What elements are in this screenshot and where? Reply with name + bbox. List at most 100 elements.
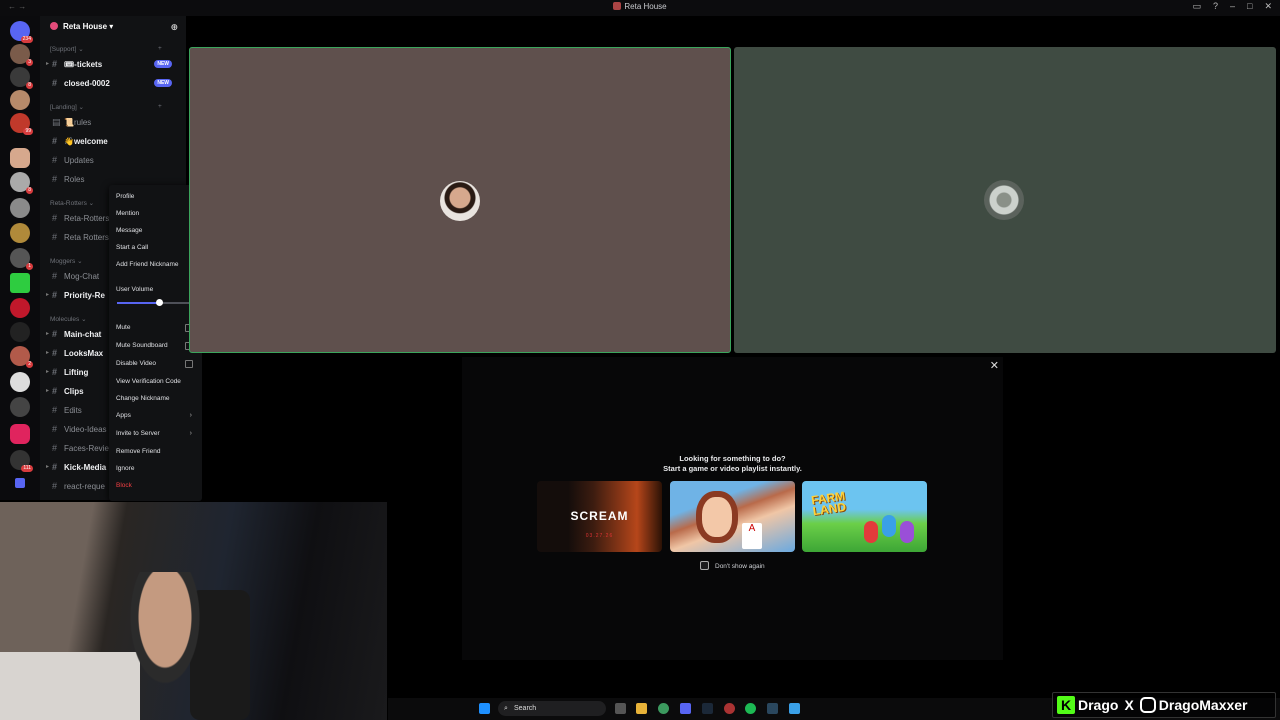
inbox-icon[interactable]: ▭ <box>1192 1 1201 12</box>
spotify-icon[interactable] <box>745 703 756 714</box>
help-icon[interactable]: ? <box>1213 1 1218 12</box>
menu-apps-label: Apps <box>116 412 131 419</box>
windows-start-icon[interactable] <box>479 703 490 714</box>
menu-add-friend-nickname[interactable]: Add Friend Nickname <box>116 258 198 272</box>
close-window-icon[interactable]: ✕ <box>1264 1 1272 12</box>
discord-icon[interactable] <box>680 703 691 714</box>
channel-welcome[interactable]: # 👋welcome <box>46 133 182 149</box>
server-icon-8[interactable]: 1 <box>10 248 33 270</box>
obs-icon[interactable] <box>724 703 735 714</box>
collapse-arrow-icon: ▸ <box>46 388 50 394</box>
server-icon-15[interactable] <box>10 424 30 444</box>
server-icon-16[interactable]: 111 <box>10 450 33 472</box>
category-label: [Landing] <box>50 104 77 111</box>
menu-mention[interactable]: Mention <box>116 207 198 221</box>
server-icon-3[interactable] <box>10 90 30 110</box>
activity-card-farm-land[interactable]: FARM LAND <box>802 481 927 552</box>
server-icon-4[interactable]: 99 <box>10 113 33 135</box>
server-icon-1[interactable]: 3 <box>10 44 33 66</box>
dont-show-checkbox[interactable] <box>700 561 709 570</box>
activity-card-cards-game[interactable]: A <box>670 481 795 552</box>
menu-apps[interactable]: Apps › <box>116 409 198 423</box>
title-bar: ← → Reta House ▭ ? – □ ✕ <box>0 0 1280 16</box>
task-view-icon[interactable] <box>615 703 626 714</box>
menu-start-call[interactable]: Start a Call <box>116 241 198 255</box>
menu-profile[interactable]: Profile <box>116 190 198 204</box>
activity-card-scream[interactable]: SCREAM 03.27.26 <box>537 481 662 552</box>
category-landing[interactable]: [Landing] ⌄ + <box>50 103 162 111</box>
dont-show-again[interactable]: Don't show again <box>700 561 765 570</box>
voice-tile-speaking[interactable] <box>189 47 731 353</box>
category-reta-rotters[interactable]: Reta-Rotters ⌄ <box>50 199 94 207</box>
menu-ignore[interactable]: Ignore <box>116 462 198 476</box>
hash-icon: # <box>52 386 58 396</box>
menu-disable-video[interactable]: Disable Video <box>116 357 198 371</box>
category-label: Reta-Rotters <box>50 200 87 207</box>
server-icon-9[interactable] <box>10 273 30 293</box>
menu-message[interactable]: Message <box>116 224 198 238</box>
server-icon-6[interactable] <box>10 198 30 218</box>
voice-tile[interactable] <box>734 47 1276 353</box>
chevron-right-icon: › <box>189 412 192 419</box>
server-icon-7[interactable] <box>10 223 30 243</box>
file-explorer-icon[interactable] <box>636 703 647 714</box>
hash-icon: # <box>52 78 58 88</box>
add-server-icon[interactable] <box>15 478 25 488</box>
channel-label: 📜rules <box>64 118 92 127</box>
category-label: [Support] <box>50 46 77 53</box>
hash-icon: # <box>52 213 58 223</box>
new-badge: NEW <box>154 60 172 68</box>
close-icon[interactable]: ✕ <box>990 359 999 372</box>
character-illustration <box>882 515 896 537</box>
server-icon-2[interactable]: 8 <box>10 67 33 89</box>
category-support[interactable]: [Support] ⌄ + <box>50 45 162 53</box>
hash-icon: # <box>52 174 58 184</box>
channel-rules[interactable]: ▤ 📜rules <box>46 114 182 130</box>
minimize-icon[interactable]: – <box>1230 1 1235 12</box>
add-channel-icon[interactable]: + <box>158 45 162 52</box>
menu-remove-friend[interactable]: Remove Friend <box>116 445 198 459</box>
hash-icon: # <box>52 424 58 434</box>
app-icon[interactable] <box>789 703 800 714</box>
server-icon-10[interactable] <box>10 298 30 318</box>
taskbar-search[interactable]: ⌕ Search <box>498 701 606 716</box>
channel-label: Faces-Review <box>64 444 115 453</box>
menu-mute[interactable]: Mute <box>116 321 198 335</box>
category-moggers[interactable]: Moggers ⌄ <box>50 257 83 265</box>
menu-invite-to-server[interactable]: Invite to Server › <box>116 427 198 441</box>
server-icon-5[interactable]: 8 <box>10 172 33 194</box>
discord-home-icon[interactable]: 234 <box>10 21 33 43</box>
server-icon-13[interactable] <box>10 372 30 392</box>
menu-view-verification-code[interactable]: View Verification Code <box>116 375 198 389</box>
app-icon[interactable] <box>767 703 778 714</box>
channel-label: 🎟-tickets <box>64 60 103 69</box>
steam-icon[interactable] <box>702 703 713 714</box>
search-icon: ⌕ <box>504 705 508 712</box>
character-illustration <box>696 491 738 543</box>
invite-people-icon[interactable]: ⊕ <box>170 22 178 33</box>
server-icon-14[interactable] <box>10 397 30 417</box>
channel-tickets[interactable]: ▸ # 🎟-tickets NEW <box>46 56 182 72</box>
channel-label: 👋welcome <box>64 137 108 146</box>
disable-video-checkbox[interactable] <box>185 360 193 368</box>
x-logo-icon: X <box>1124 697 1134 713</box>
server-icon-reta-house[interactable] <box>10 148 30 168</box>
collapse-arrow-icon: ▸ <box>46 61 50 67</box>
server-icon-12[interactable]: 2 <box>10 346 33 368</box>
channel-updates[interactable]: # Updates <box>46 152 182 168</box>
add-channel-icon[interactable]: + <box>158 103 162 110</box>
maximize-icon[interactable]: □ <box>1247 1 1252 12</box>
chevron-right-icon: › <box>189 430 192 437</box>
server-header[interactable]: Reta House ▾ ⊕ <box>50 22 178 38</box>
category-molecules[interactable]: Molecules ⌄ <box>50 315 87 323</box>
menu-block[interactable]: Block <box>116 479 198 493</box>
chrome-icon[interactable] <box>658 703 669 714</box>
channel-closed-0002[interactable]: # closed-0002 NEW <box>46 75 182 91</box>
menu-change-nickname[interactable]: Change Nickname <box>116 392 198 406</box>
menu-mute-soundboard[interactable]: Mute Soundboard <box>116 339 198 353</box>
user-volume-slider[interactable] <box>117 299 193 306</box>
scream-title: SCREAM <box>570 509 629 523</box>
server-icon-11[interactable] <box>10 322 30 342</box>
channel-label: Clips <box>64 387 84 396</box>
user-volume-knob[interactable] <box>155 299 163 306</box>
